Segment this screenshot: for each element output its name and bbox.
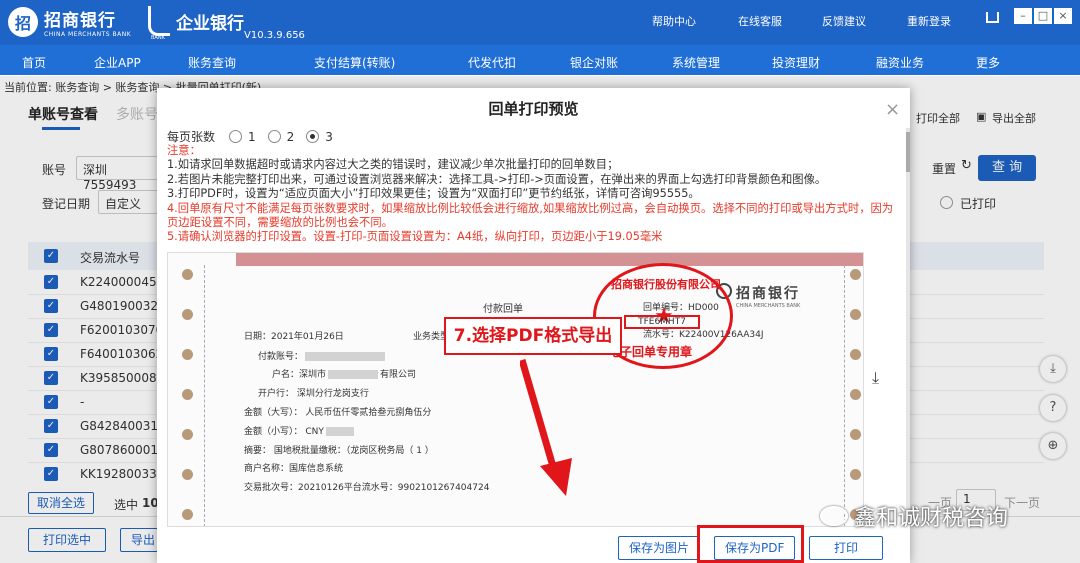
tractor-hole (850, 469, 861, 480)
receipt-top-strip (236, 253, 863, 266)
tractor-hole (850, 389, 861, 400)
bank-name: 招商银行 (44, 11, 116, 31)
seal-code: TFE6MHT7 (624, 315, 700, 329)
receipt-bank-logo: 招商银行 (736, 286, 800, 302)
receipt-download-icon[interactable]: ⤓ (872, 368, 879, 388)
notice-text: 注意： 1.如请求回单数据超时或请求内容过大之类的错误时，建议减少单次批量打印的… (167, 144, 897, 245)
receipt-payer-name: 户名：深圳市 有限公司 (272, 367, 416, 380)
receipt-branch: 开户行： 深圳分行龙岗支行 (258, 389, 369, 399)
enterprise-logo-icon: BANK (148, 6, 170, 41)
maximize-icon[interactable]: □ (1034, 8, 1052, 24)
notice-item-2: 2.若图片未能完整打印出来，可通过设置浏览器来解决：选择工具->打印->页面设置… (167, 172, 827, 186)
perforation-right (844, 265, 845, 526)
tractor-hole (850, 349, 861, 360)
per-page-radio-3[interactable] (306, 130, 320, 143)
payer-name-suffix: 有限公司 (380, 370, 417, 380)
dialog-title: 回单打印预览 (488, 100, 579, 118)
perforation-left (204, 265, 205, 526)
highlight-box (697, 525, 804, 563)
nav-home[interactable]: 首页 (22, 54, 46, 71)
receipt-payer-account: 付款账号： (258, 349, 387, 362)
tractor-hole (182, 309, 193, 320)
download-icon[interactable] (986, 12, 999, 23)
payer-name-prefix: 户名：深圳市 (272, 370, 327, 380)
receipt-bank-logo-en: CHINA MERCHANTS BANK (736, 303, 801, 309)
dialog-scroll-thumb[interactable] (906, 132, 910, 172)
nav-payroll[interactable]: 代发代扣 (468, 54, 516, 71)
wechat-icon (820, 506, 848, 526)
bank-mark: BANK (151, 35, 165, 41)
receipt-date: 日期：2021年01月26日 (244, 332, 344, 342)
product-logo: BANK 企业银行 (148, 6, 244, 41)
help-link[interactable]: 帮助中心 (652, 13, 696, 29)
tractor-hole (182, 389, 193, 400)
receipt-amount-num: 金额（小写）： CNY (244, 424, 356, 437)
nav-account-query[interactable]: 账务查询 (188, 54, 236, 71)
tractor-hole (850, 309, 861, 320)
per-page-option-2: 2 (286, 129, 295, 144)
bank-logo: 招 招商银行 CHINA MERCHANTS BANK (8, 6, 131, 38)
close-icon[interactable]: × (885, 101, 900, 119)
notice-title: 注意： (167, 144, 201, 157)
notice-item-4: 4.回单原有尺寸不能满足每页张数要求时，如果缩放比例比较低会进行缩放,如果缩放比… (167, 201, 894, 230)
receipt-preview: 付款回单 招商银行 CHINA MERCHANTS BANK 回单编号：HD00… (167, 252, 864, 527)
online-service-link[interactable]: 在线客服 (738, 13, 782, 29)
tractor-hole (182, 269, 193, 280)
tractor-hole (182, 429, 193, 440)
annotation-callout: 7.选择PDF格式导出 (444, 317, 622, 355)
tractor-hole (182, 349, 193, 360)
notice-item-1: 1.如请求回单数据超时或请求内容过大之类的错误时，建议减少单次批量打印的回单数目… (167, 158, 619, 172)
nav-more[interactable]: 更多 (976, 54, 1000, 71)
app-header: 招 招商银行 CHINA MERCHANTS BANK BANK 企业银行 V1… (0, 0, 1080, 45)
nav-invest[interactable]: 投资理财 (772, 54, 820, 71)
close-window-icon[interactable]: × (1054, 8, 1072, 24)
receipt-amount-cn: 金额（大写）： 人民币伍仟零贰拾叁元捌角伍分 (244, 408, 432, 418)
save-image-button[interactable]: 保存为图片 (618, 536, 701, 560)
per-page-option-1: 1 (248, 129, 256, 144)
version-label: V10.3.9.656 (244, 30, 305, 41)
watermark: 鑫和诚财税咨询 (820, 500, 1008, 532)
tractor-hole (850, 269, 861, 280)
nav-payment[interactable]: 支付结算(转账) (314, 54, 395, 71)
feedback-link[interactable]: 反馈建议 (822, 13, 866, 29)
receipt-summary: 摘要： 国地税批量缴税：（龙岗区税务局（ 1 ） (244, 446, 434, 456)
tractor-hole (182, 469, 193, 480)
bank-name-en: CHINA MERCHANTS BANK (44, 31, 132, 38)
per-page-radio-1[interactable] (229, 130, 243, 143)
receipt-merchant: 商户名称：国库信息系统 (244, 464, 344, 474)
relogin-link[interactable]: 重新登录 (907, 13, 951, 29)
cmb-logo-icon: 招 (8, 7, 38, 37)
seal-top-text: 招商银行股份有限公司 (611, 278, 721, 291)
tractor-hole (850, 429, 861, 440)
print-button[interactable]: 打印 (809, 536, 884, 560)
tractor-hole (182, 509, 193, 520)
nav-reconcile[interactable]: 银企对账 (570, 54, 618, 71)
notice-item-3: 3.打印PDF时，设置为“适应页面大小”打印效果更佳；设置为“双面打印”更节约纸… (167, 187, 700, 201)
per-page-selector: 每页张数 1 2 3 (167, 128, 333, 145)
amount-num-label: 金额（小写）： CNY (244, 427, 324, 437)
annotation-arrow (520, 359, 572, 496)
per-page-label: 每页张数 (167, 130, 216, 144)
notice-item-5: 5.请确认浏览器的打印设置。设置-打印-页面设置设置为：A4纸，纵向打印，页边距… (167, 230, 663, 244)
dialog-scrollbar[interactable] (906, 128, 910, 524)
per-page-option-3: 3 (325, 129, 333, 144)
nav-finance[interactable]: 融资业务 (876, 54, 924, 71)
watermark-text: 鑫和诚财税咨询 (854, 506, 1009, 531)
receipt-title: 付款回单 (483, 304, 523, 315)
receipt-batch: 交易批次号：20210126平台流水号：9902101267404724 (244, 483, 490, 493)
main-nav: 首页 企业APP 账务查询 支付结算(转账) 代发代扣 银企对账 系统管理 投资… (0, 45, 1080, 75)
nav-app[interactable]: 企业APP (94, 54, 141, 71)
product-name: 企业银行 (176, 13, 244, 34)
nav-system[interactable]: 系统管理 (672, 54, 720, 71)
payer-account-label: 付款账号： (258, 352, 304, 362)
minimize-icon[interactable]: – (1014, 8, 1032, 24)
per-page-radio-2[interactable] (267, 130, 281, 143)
